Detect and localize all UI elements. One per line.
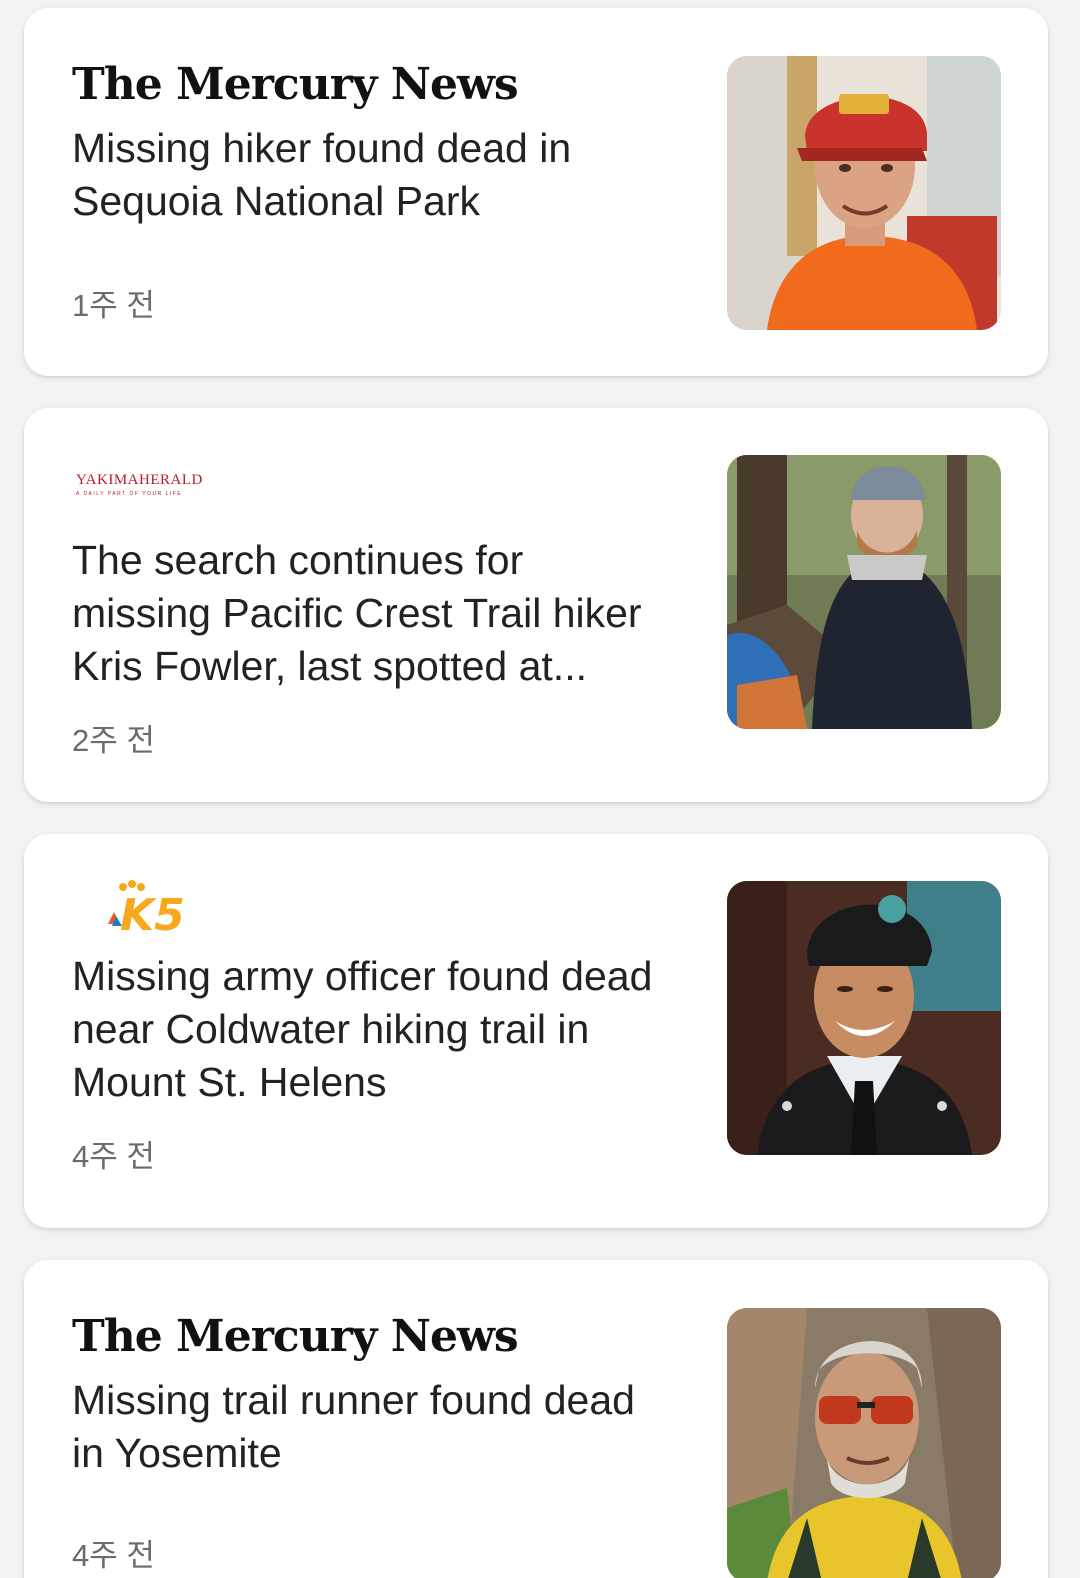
headline[interactable]: Missing army officer found dead near Col… [72,950,672,1109]
source-name: The Mercury News [72,1310,519,1362]
source-logo-yakima-herald: YAKIMAHERALD A DAILY PART OF YOUR LIFE [72,452,672,516]
article-thumbnail[interactable] [727,56,1001,330]
headline[interactable]: Missing hiker found dead in Sequoia Nati… [72,122,672,228]
source-name: K5 [120,890,185,941]
article-thumbnail[interactable] [727,1308,1001,1578]
headline[interactable]: The search continues for missing Pacific… [72,534,672,693]
news-feed: The Mercury News Missing hiker found dea… [0,0,1080,1578]
k5-logo-icon: K5 [72,878,232,942]
source-logo-mercury-news: The Mercury News [72,1304,672,1368]
news-card[interactable]: The Mercury News Missing hiker found dea… [24,8,1048,376]
source-name: The Mercury News [72,58,519,110]
man-orange-shirt-photo-icon [727,56,1001,330]
timestamp: 4주 전 [72,1139,155,1174]
source-tagline: A DAILY PART OF YOUR LIFE [76,491,183,497]
card-text: The Mercury News Missing hiker found dea… [72,52,672,325]
source-name: YAKIMAHERALD [76,472,203,488]
timestamp: 4주 전 [72,1538,155,1573]
news-card[interactable]: YAKIMAHERALD A DAILY PART OF YOUR LIFE T… [24,408,1048,802]
news-card[interactable]: The Mercury News Missing trail runner fo… [24,1260,1048,1578]
card-text: K5 Missing army officer found dead near … [72,878,672,1176]
source-logo-k5: K5 [72,878,672,942]
article-thumbnail[interactable] [727,455,1001,729]
headline[interactable]: Missing trail runner found dead in Yosem… [72,1374,672,1480]
timestamp: 1주 전 [72,288,155,323]
card-text: The Mercury News Missing trail runner fo… [72,1304,672,1575]
man-beanie-forest-photo-icon [727,455,1001,729]
soldier-uniform-photo-icon [727,881,1001,1155]
source-logo-mercury-news: The Mercury News [72,52,672,116]
news-card[interactable]: K5 Missing army officer found dead near … [24,834,1048,1228]
man-sunglasses-photo-icon [727,1308,1001,1578]
card-text: YAKIMAHERALD A DAILY PART OF YOUR LIFE T… [72,452,672,760]
timestamp: 2주 전 [72,723,155,758]
article-thumbnail[interactable] [727,881,1001,1155]
